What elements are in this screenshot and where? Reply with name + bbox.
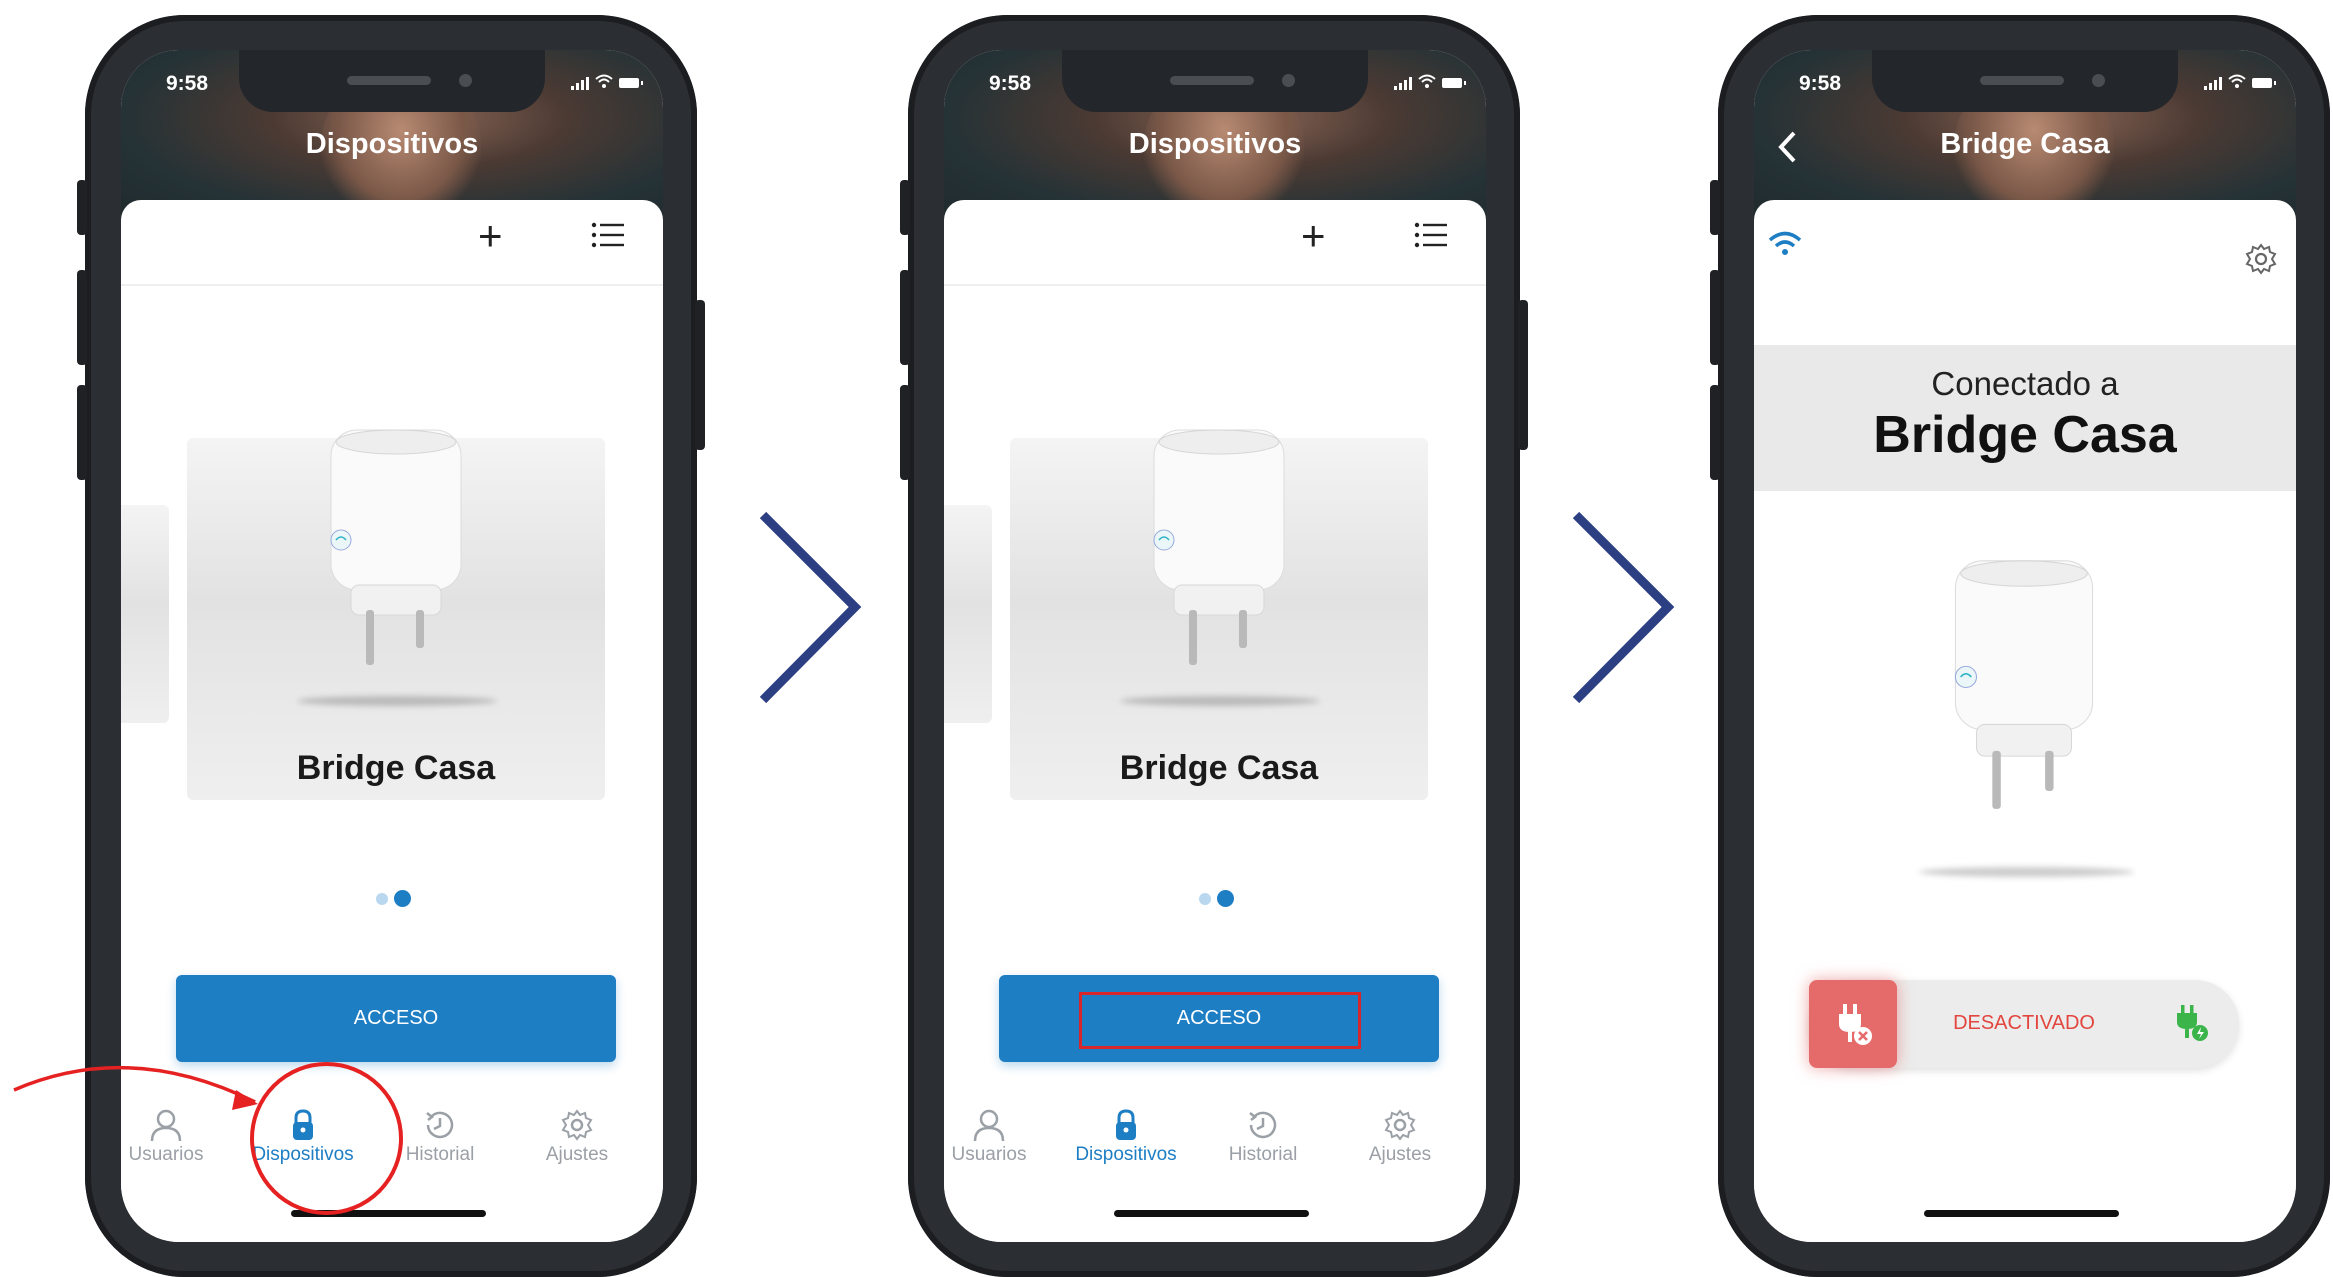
phone-frame-3: 9:58 Bridge Casa Conectado a Bridge Casa… [1710,15,2330,1277]
screen-dispositivos-2: 9:58 Dispositivos + Bridge Casa ACCESO U… [944,50,1486,1242]
annotation-rectangle [1079,992,1361,1049]
plug-on-icon [2177,1005,2208,1041]
notch [239,50,545,112]
padlock-icon [1116,1109,1136,1140]
page-title: Bridge Casa [1940,128,2110,160]
add-device-button[interactable]: + [478,215,503,257]
settings-button[interactable] [2244,242,2278,281]
status-time: 9:58 [1799,72,1842,95]
connection-panel: Conectado a Bridge Casa [1754,345,2296,491]
notch [1062,50,1368,112]
bottom-tab-bar: Usuarios Dispositivos Historial Ajustes [944,1100,1486,1200]
home-indicator [1924,1210,2119,1217]
phone-frame-2: 9:58 Dispositivos + Bridge Casa ACCESO U… [900,15,1528,1277]
status-icons [571,74,643,92]
signal-icon [1394,76,1412,90]
tab-label: Ajustes [1368,1144,1432,1165]
access-button[interactable]: ACCESO [176,975,616,1062]
status-time: 9:58 [166,72,209,95]
connected-device-name: Bridge Casa [1873,406,2177,464]
chevron-right-icon [1572,511,1675,704]
gear-icon [2245,243,2277,275]
wifi-status-icon [1418,74,1436,92]
tab-label: Usuarios [951,1144,1027,1165]
gear-icon [561,1109,593,1141]
tab-dispositivos[interactable]: Dispositivos [1071,1100,1181,1166]
device-card[interactable]: Bridge Casa [187,429,605,800]
history-icon [426,1111,454,1139]
tab-usuarios[interactable]: Usuarios [944,1100,1044,1166]
list-view-button[interactable] [591,222,625,253]
signal-icon [571,76,589,90]
device-card[interactable]: Bridge Casa [1010,429,1428,800]
device-name: Bridge Casa [296,749,496,787]
smart-plug-image [330,429,462,665]
tab-historial[interactable]: Historial [1208,1100,1318,1166]
battery-icon [2252,78,2276,88]
content-card: + Bridge Casa ACCESO [944,200,1486,1242]
status-time: 9:58 [989,72,1032,95]
list-icon [1414,222,1447,248]
tab-ajustes[interactable]: Ajustes [1345,1100,1455,1166]
wifi-status-icon [595,74,613,92]
annotation-circle [250,1062,403,1215]
tab-label: Historial [1228,1144,1298,1165]
power-toggle[interactable]: DESACTIVADO [1809,980,2239,1068]
device-card-previous[interactable] [944,505,992,723]
home-indicator [1114,1210,1309,1217]
battery-icon [619,78,643,88]
add-device-button[interactable]: + [1301,215,1326,257]
status-icons [1394,74,1466,92]
carousel-dots[interactable] [376,890,411,907]
tab-label: Ajustes [545,1144,609,1165]
tab-ajustes[interactable]: Ajustes [522,1100,632,1166]
chevron-right-icon [759,511,862,704]
content-card: Conectado a Bridge Casa DESACTIVADO [1754,200,2296,1242]
page-title: Dispositivos [1128,128,1302,160]
device-card-previous[interactable] [121,505,169,723]
tab-label: Usuarios [128,1144,204,1165]
gear-icon [1384,1109,1416,1141]
device-name: Bridge Casa [1119,749,1319,787]
signal-icon [2204,76,2222,90]
screen-device-detail: 9:58 Bridge Casa Conectado a Bridge Casa… [1754,50,2296,1242]
user-icon [973,1109,1005,1142]
wifi-status-icon [2228,74,2246,92]
annotation-arrow [13,1065,258,1110]
status-icons [2204,74,2276,92]
carousel-dots[interactable] [1199,890,1234,907]
history-icon [1249,1111,1277,1139]
notch [1872,50,2178,112]
list-view-button[interactable] [1414,222,1448,253]
wifi-icon [1768,231,1802,255]
tab-label: Historial [405,1144,475,1165]
list-icon [591,222,624,248]
smart-plug-image [1153,429,1285,665]
connected-label: Conectado a [1931,365,2119,402]
battery-icon [1442,78,1466,88]
smart-plug-image [1954,560,2094,809]
page-title: Dispositivos [305,128,479,160]
tab-label: Dispositivos [1075,1144,1177,1165]
